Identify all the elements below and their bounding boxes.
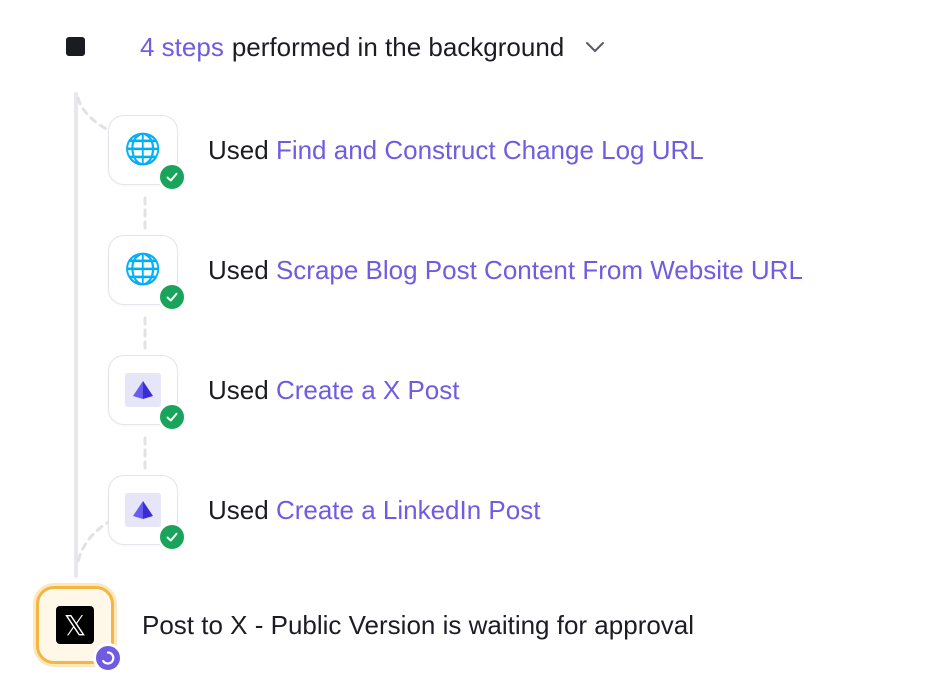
step-tile [108, 355, 186, 431]
step-prefix: Used [208, 374, 269, 405]
tool-link[interactable]: Create a LinkedIn Post [276, 495, 541, 525]
step-tile: 🌐 [108, 115, 186, 191]
globe-icon: 🌐 [124, 133, 162, 166]
step-prefix: Used [208, 134, 269, 165]
gem-icon [125, 493, 161, 527]
step-label: Used Create a LinkedIn Post [208, 495, 540, 526]
step-label: Used Scrape Blog Post Content From Websi… [208, 255, 803, 286]
step-label: Used Find and Construct Change Log URL [208, 135, 704, 166]
step-item[interactable]: Used Create a LinkedIn Post [108, 474, 540, 551]
step-tile [108, 475, 186, 551]
step-item[interactable]: 🌐 Used Find and Construct Change Log URL [108, 114, 704, 191]
step-item[interactable]: 🌐 Used Scrape Blog Post Content From Web… [108, 234, 803, 311]
pending-icon [93, 643, 123, 673]
globe-icon: 🌐 [124, 253, 162, 286]
check-icon [158, 403, 186, 431]
tool-link[interactable]: Find and Construct Change Log URL [276, 135, 704, 165]
check-icon [158, 283, 186, 311]
check-icon [158, 163, 186, 191]
tool-link[interactable]: Create a X Post [276, 375, 460, 405]
approval-status-text: Post to X - Public Version is waiting fo… [142, 609, 695, 640]
timeline-connectors [76, 96, 147, 564]
approval-item[interactable]: 𝕏 Post to X - Public Version is waiting … [36, 585, 695, 673]
step-tile: 🌐 [108, 235, 186, 311]
step-prefix: Used [208, 494, 269, 525]
check-icon [158, 523, 186, 551]
step-prefix: Used [208, 254, 269, 285]
step-label: Used Create a X Post [208, 375, 459, 406]
gem-icon [125, 373, 161, 407]
step-item[interactable]: Used Create a X Post [108, 354, 459, 431]
x-logo-icon: 𝕏 [56, 606, 94, 644]
approval-tile: 𝕏 [36, 586, 123, 673]
tool-link[interactable]: Scrape Blog Post Content From Website UR… [276, 255, 803, 285]
